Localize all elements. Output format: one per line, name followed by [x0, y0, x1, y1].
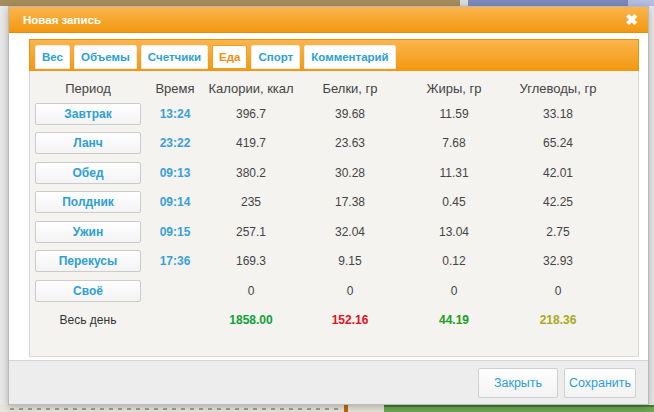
calories-value: 396.7	[204, 107, 298, 121]
orange-tick	[344, 405, 348, 412]
close-icon[interactable]: ✖	[625, 11, 638, 29]
carbs-value: 42.25	[506, 195, 610, 209]
dialog-header: Новая запись ✖	[9, 7, 648, 33]
dialog-title: Новая запись	[23, 14, 101, 26]
table-row: Завтрак 13:24396.739.6811.5933.18	[30, 99, 638, 129]
total-fat: 44.19	[402, 313, 506, 327]
total-calories: 1858.00	[204, 313, 298, 327]
fat-value: 11.31	[402, 166, 506, 180]
protein-value: 17.38	[298, 195, 402, 209]
period-button[interactable]: Ужин	[35, 221, 141, 243]
food-panel: Период Время Калории, ккал Белки, гр Жир…	[29, 71, 639, 357]
carbs-value: 65.24	[506, 136, 610, 150]
dashed-line	[10, 408, 343, 410]
fat-value: 7.68	[402, 136, 506, 150]
time-value[interactable]: 17:36	[146, 254, 204, 268]
calories-value: 419.7	[204, 136, 298, 150]
total-label: Весь день	[30, 313, 146, 327]
table-header-row: Период Время Калории, ккал Белки, гр Жир…	[30, 77, 638, 99]
period-button[interactable]: Полдник	[35, 191, 141, 213]
tab-bar: ВесОбъемыСчетчикиЕдаСпортКомментарий	[29, 39, 639, 72]
carbs-value: 42.01	[506, 166, 610, 180]
calories-value: 169.3	[204, 254, 298, 268]
time-value[interactable]: 23:22	[146, 136, 204, 150]
calories-value: 0	[204, 284, 298, 298]
col-header-time: Время	[146, 81, 204, 96]
green-bar	[384, 405, 654, 412]
protein-value: 32.04	[298, 225, 402, 239]
col-header-carbs: Углеводы, гр	[506, 81, 610, 96]
fat-value: 0.12	[402, 254, 506, 268]
time-value[interactable]: 09:14	[146, 195, 204, 209]
tab-5[interactable]: Спорт	[251, 45, 300, 69]
time-value[interactable]: 09:13	[146, 166, 204, 180]
col-header-protein: Белки, гр	[298, 81, 402, 96]
table-row: Полдник 09:1423517.380.4542.25	[30, 188, 638, 218]
table-row: Ужин 09:15257.132.0413.042.75	[30, 217, 638, 247]
tab-6[interactable]: Комментарий	[304, 45, 395, 69]
tab-3[interactable]: Счетчики	[141, 45, 208, 69]
col-header-calories: Калории, ккал	[204, 81, 298, 96]
protein-value: 23.63	[298, 136, 402, 150]
background-bottom-strip	[0, 405, 654, 412]
tab-1[interactable]: Вес	[35, 45, 70, 69]
fat-value: 13.04	[402, 225, 506, 239]
table-row: Своё0000	[30, 276, 638, 306]
protein-value: 0	[298, 284, 402, 298]
carbs-value: 33.18	[506, 107, 610, 121]
table-rows: Завтрак 13:24396.739.6811.5933.18 Ланч 23:2…	[30, 99, 638, 306]
calories-value: 235	[204, 195, 298, 209]
new-entry-dialog: Новая запись ✖ ВесОбъемыСчетчикиЕдаСпорт…	[8, 6, 649, 405]
period-button[interactable]: Обед	[35, 162, 141, 184]
tab-4[interactable]: Еда	[212, 45, 247, 69]
save-button[interactable]: Сохранить	[564, 368, 636, 398]
col-header-period: Период	[30, 81, 146, 96]
calories-value: 380.2	[204, 166, 298, 180]
carbs-value: 0	[506, 284, 610, 298]
period-button[interactable]: Перекусы	[35, 250, 141, 272]
time-value[interactable]: 13:24	[146, 107, 204, 121]
protein-value: 39.68	[298, 107, 402, 121]
fat-value: 0	[402, 284, 506, 298]
close-button[interactable]: Закрыть	[478, 368, 558, 398]
period-button[interactable]: Ланч	[35, 132, 141, 154]
total-row: Весь день 1858.00 152.16 44.19 218.36	[30, 306, 638, 336]
protein-value: 30.28	[298, 166, 402, 180]
col-header-fat: Жиры, гр	[402, 81, 506, 96]
table-row: Ланч 23:22419.723.637.6865.24	[30, 129, 638, 159]
table-row: Перекусы 17:36169.39.150.1232.93	[30, 247, 638, 277]
total-protein: 152.16	[298, 313, 402, 327]
dialog-footer: Закрыть Сохранить	[9, 360, 648, 404]
carbs-value: 32.93	[506, 254, 610, 268]
protein-value: 9.15	[298, 254, 402, 268]
carbs-value: 2.75	[506, 225, 610, 239]
fat-value: 11.59	[402, 107, 506, 121]
table-row: Обед 09:13380.230.2811.3142.01	[30, 158, 638, 188]
period-button[interactable]: Завтрак	[35, 103, 141, 125]
calories-value: 257.1	[204, 225, 298, 239]
tab-2[interactable]: Объемы	[74, 45, 137, 69]
total-carbs: 218.36	[506, 313, 610, 327]
time-value[interactable]: 09:15	[146, 225, 204, 239]
fat-value: 0.45	[402, 195, 506, 209]
period-button[interactable]: Своё	[35, 280, 141, 302]
